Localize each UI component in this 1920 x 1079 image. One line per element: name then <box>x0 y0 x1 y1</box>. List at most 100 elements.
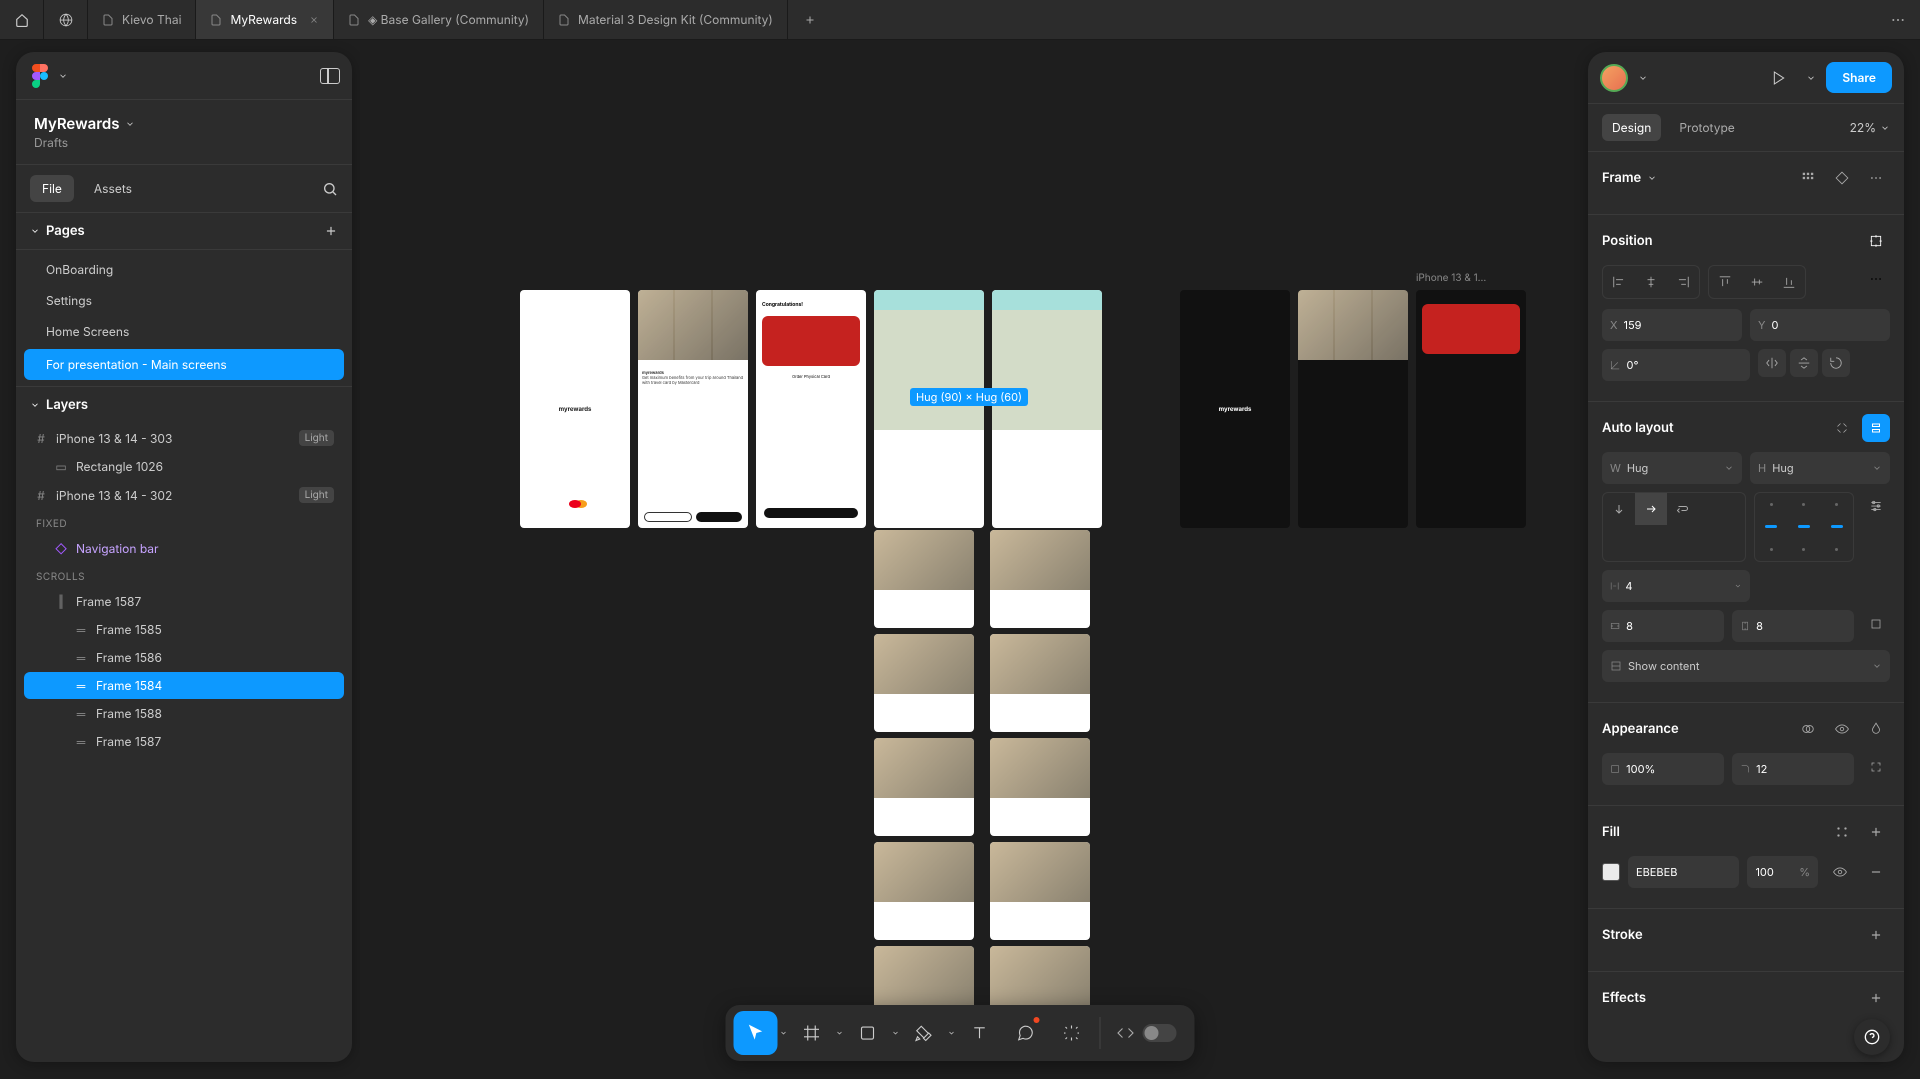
chevron-down-icon[interactable] <box>1638 73 1648 83</box>
artboard-congrats-light[interactable]: iPhone 13 & 1... Congratulations! Order … <box>756 290 866 528</box>
rotation-input[interactable] <box>1627 358 1743 372</box>
login-button[interactable] <box>644 512 692 522</box>
vertical-padding-field[interactable] <box>1732 610 1854 642</box>
layer-frame-1587[interactable]: ‖ Frame 1587 <box>24 588 344 615</box>
comment-tool-button[interactable] <box>1004 1011 1048 1055</box>
add-tab-button[interactable] <box>788 0 832 39</box>
chevron-down-icon[interactable] <box>58 71 68 81</box>
align-more-button[interactable] <box>1862 265 1890 293</box>
tab-material3[interactable]: Material 3 Design Kit (Community) <box>544 0 788 39</box>
direction-horizontal-button[interactable] <box>1635 493 1667 525</box>
community-button[interactable] <box>44 0 88 39</box>
chevron-down-icon[interactable] <box>836 1029 844 1037</box>
direction-vertical-button[interactable] <box>1603 493 1635 525</box>
list-item[interactable] <box>874 842 974 940</box>
file-tab[interactable]: File <box>30 175 74 202</box>
list-item[interactable] <box>874 634 974 732</box>
list-item[interactable] <box>990 634 1090 732</box>
remove-autolayout-button[interactable] <box>1828 414 1856 442</box>
layer-rectangle-1026[interactable]: ▭ Rectangle 1026 <box>24 453 344 480</box>
y-field[interactable]: Y <box>1750 309 1890 341</box>
layer-frame-1588[interactable]: ═ Frame 1588 <box>24 700 344 727</box>
toggle-switch[interactable] <box>1143 1024 1177 1042</box>
figma-logo-icon[interactable] <box>28 64 52 88</box>
assets-tab[interactable]: Assets <box>82 175 144 202</box>
advanced-layout-button[interactable] <box>1862 492 1890 520</box>
frame-tool-button[interactable] <box>790 1011 834 1055</box>
list-item[interactable] <box>990 530 1090 628</box>
direction-wrap-button[interactable] <box>1667 493 1699 525</box>
page-presentation[interactable]: For presentation - Main screens <box>24 349 344 380</box>
signup-button[interactable] <box>696 512 742 522</box>
rotation-field[interactable] <box>1602 349 1750 381</box>
list-item[interactable] <box>990 842 1090 940</box>
layer-frame-1585[interactable]: ═ Frame 1585 <box>24 616 344 643</box>
tab-base-gallery[interactable]: ◈ Base Gallery (Community) <box>334 0 544 39</box>
align-bottom-button[interactable] <box>1773 266 1805 298</box>
artboard-onboarding-light[interactable]: iPhone 13 & 1... myrewardsGet maximum be… <box>638 290 748 528</box>
align-vcenter-button[interactable] <box>1741 266 1773 298</box>
clip-content-field[interactable]: Show content <box>1602 650 1890 682</box>
width-field[interactable]: WHug <box>1602 452 1742 484</box>
home-button[interactable] <box>0 0 44 39</box>
tab-myrewards[interactable]: MyRewards <box>196 0 334 39</box>
design-canvas[interactable]: Splash screen myrewards iPhone 13 & 1...… <box>360 40 1588 1079</box>
artboard-congrats-dark[interactable]: iPhone 13 & 1... <box>1416 290 1526 528</box>
page-onboarding[interactable]: OnBoarding <box>16 254 352 285</box>
prototype-tab[interactable]: Prototype <box>1669 114 1744 141</box>
chevron-down-icon[interactable] <box>948 1029 956 1037</box>
order-now-button[interactable] <box>764 508 858 518</box>
chevron-down-icon[interactable] <box>780 1029 788 1037</box>
frame-type-dropdown[interactable]: Frame <box>1602 170 1657 186</box>
alignment-grid[interactable] <box>1754 492 1854 562</box>
layer-iphone-303[interactable]: # iPhone 13 & 14 - 303 Light <box>24 424 344 452</box>
layer-iphone-302[interactable]: # iPhone 13 & 14 - 302 Light <box>24 481 344 509</box>
align-top-button[interactable] <box>1709 266 1741 298</box>
present-button[interactable] <box>1762 61 1796 95</box>
autolayout-enabled-button[interactable] <box>1862 414 1890 442</box>
app-menu-button[interactable] <box>1876 0 1920 39</box>
chevron-down-icon[interactable] <box>892 1029 900 1037</box>
corner-radius-field[interactable] <box>1732 753 1854 785</box>
align-left-button[interactable] <box>1603 266 1635 298</box>
pen-tool-button[interactable] <box>902 1011 946 1055</box>
add-effect-button[interactable] <box>1862 984 1890 1012</box>
component-config-button[interactable] <box>1828 164 1856 192</box>
layer-navigation-bar[interactable]: ◇ Navigation bar <box>24 535 344 562</box>
layer-frame-1584[interactable]: ═ Frame 1584 <box>24 672 344 699</box>
layer-frame-1587b[interactable]: ═ Frame 1587 <box>24 728 344 755</box>
fill-color-swatch[interactable] <box>1602 863 1620 881</box>
height-field[interactable]: HHug <box>1750 452 1890 484</box>
independent-padding-button[interactable] <box>1862 610 1890 638</box>
radius-input[interactable] <box>1756 762 1846 776</box>
blend-mode-button[interactable] <box>1794 715 1822 743</box>
actions-tool-button[interactable] <box>1050 1011 1094 1055</box>
absolute-position-button[interactable] <box>1862 227 1890 255</box>
page-settings[interactable]: Settings <box>16 285 352 316</box>
project-name[interactable]: MyRewards <box>34 114 334 133</box>
dev-mode-toggle[interactable] <box>1107 1024 1187 1042</box>
y-input[interactable] <box>1771 318 1882 332</box>
artboard-map-light[interactable]: iPhone 13 & 1... <box>874 290 984 528</box>
artboard-splash-dark[interactable]: Splash screen myrewards <box>1180 290 1290 528</box>
horizontal-padding-field[interactable] <box>1602 610 1724 642</box>
chevron-down-icon[interactable] <box>1806 73 1816 83</box>
text-tool-button[interactable] <box>958 1011 1002 1055</box>
move-tool-button[interactable] <box>734 1011 778 1055</box>
toggle-panel-button[interactable] <box>320 68 340 84</box>
search-button[interactable] <box>322 181 338 197</box>
zoom-control[interactable]: 22% <box>1850 120 1890 135</box>
close-tab-button[interactable] <box>309 15 319 25</box>
flip-v-button[interactable] <box>1790 349 1818 377</box>
fill-styles-button[interactable] <box>1828 818 1856 846</box>
flip-h-button[interactable] <box>1758 349 1786 377</box>
align-hcenter-button[interactable] <box>1635 266 1667 298</box>
artboard-splash-light[interactable]: Splash screen myrewards <box>520 290 630 528</box>
visibility-button[interactable] <box>1828 715 1856 743</box>
shape-tool-button[interactable] <box>846 1011 890 1055</box>
page-home-screens[interactable]: Home Screens <box>16 316 352 347</box>
fill-hex-field[interactable] <box>1628 856 1739 888</box>
rotate-90-button[interactable] <box>1822 349 1850 377</box>
artboard-map2-light[interactable]: iPhone 13 & 1... <box>992 290 1102 528</box>
fill-hex-input[interactable] <box>1636 865 1731 879</box>
